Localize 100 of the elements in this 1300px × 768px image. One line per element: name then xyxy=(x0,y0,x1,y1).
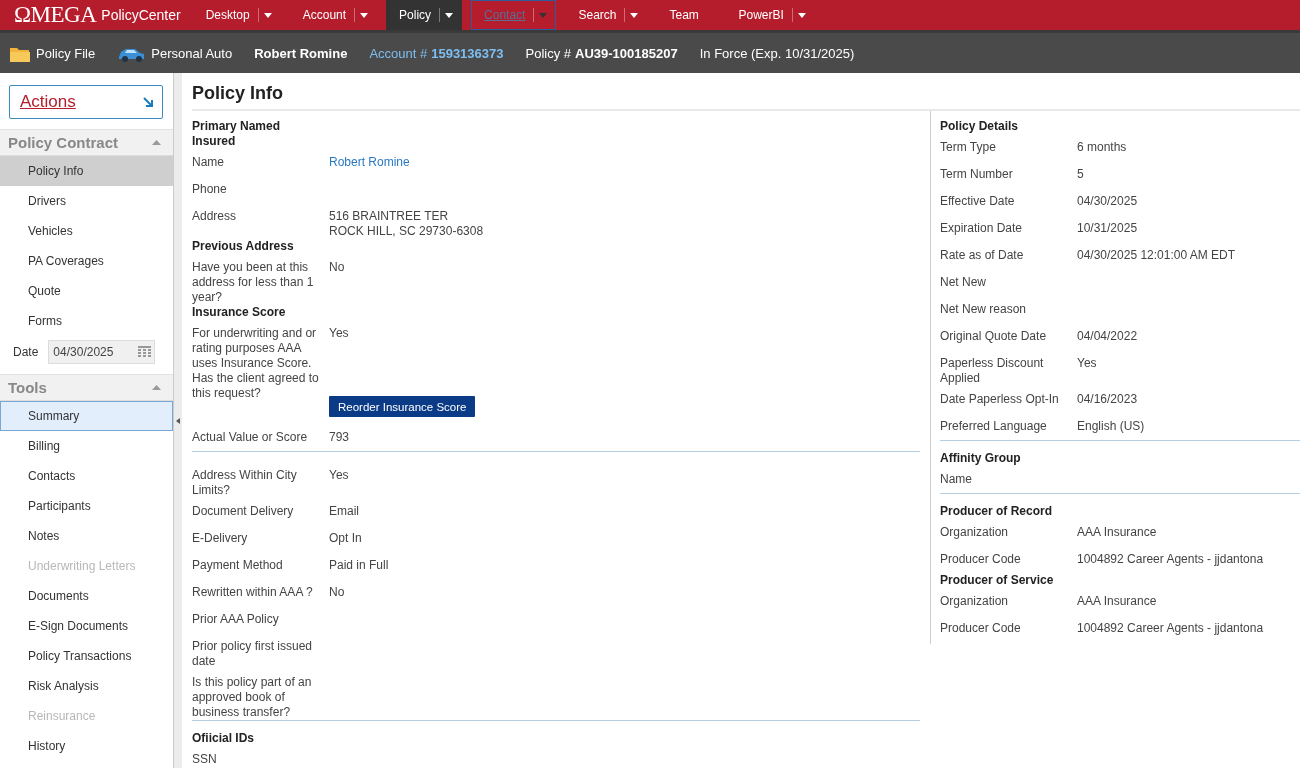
field-label: Net New reason xyxy=(940,302,1028,318)
sidebar-item[interactable]: E-Sign Documents xyxy=(0,611,173,642)
actions-button[interactable]: Actions xyxy=(9,85,163,119)
sidebar-item[interactable]: Notes xyxy=(0,521,173,552)
sidebar-item[interactable]: Billing xyxy=(0,431,173,462)
field-label: Prior policy first issued date xyxy=(192,639,314,669)
field-label: Name xyxy=(192,155,225,171)
account-link[interactable]: Account # 1593136373 xyxy=(369,45,504,61)
field-value: Yes xyxy=(329,326,349,342)
field-value: 516 BRAINTREE TER xyxy=(329,209,450,224)
field-value: English (US) xyxy=(1077,419,1145,435)
section-heading: Producer of Record xyxy=(940,504,1054,519)
field-value: 6 months xyxy=(1077,140,1127,156)
logo: ΩMEGA xyxy=(13,2,98,28)
section-heading: Affinity Group xyxy=(940,451,1022,466)
name-link[interactable]: Robert Romine xyxy=(329,155,410,170)
field-value: Opt In xyxy=(329,531,362,547)
field-value: 10/31/2025 xyxy=(1077,221,1138,237)
field-value: 04/30/2025 12:01:00 AM EDT xyxy=(1077,248,1236,264)
section-heading: Insurance Score xyxy=(192,305,287,320)
arrow-icon xyxy=(142,96,154,108)
sidebar-item[interactable]: Vehicles xyxy=(0,216,173,247)
sidebar-item[interactable]: Contacts xyxy=(0,461,173,492)
field-label: E-Delivery xyxy=(192,531,249,547)
policy-status: In Force (Exp. 10/31/2025) xyxy=(699,45,855,61)
field-label: Rate as of Date xyxy=(940,248,1025,264)
sidebar-item[interactable]: Quote xyxy=(0,276,173,307)
field-label: SSN xyxy=(192,752,218,768)
field-label: Name xyxy=(940,472,973,488)
field-label: Organization xyxy=(940,594,1010,610)
field-label: Preferred Language xyxy=(940,419,1048,435)
sidebar-item[interactable]: Risk Analysis xyxy=(0,671,173,702)
field-label: Term Type xyxy=(940,140,997,156)
field-value: 04/04/2022 xyxy=(1077,329,1138,345)
page-title: Policy Info xyxy=(192,73,1300,111)
sidebar-item[interactable]: Participants xyxy=(0,491,173,522)
field-value: Email xyxy=(329,504,359,520)
date-field[interactable]: 04/30/2025 xyxy=(48,339,156,364)
field-value: 04/30/2025 xyxy=(1077,194,1138,210)
calendar-icon xyxy=(138,345,152,357)
field-label: Producer Code xyxy=(940,552,1022,568)
section-heading: Policy Details xyxy=(940,119,1020,134)
field-label: Have you been at this address for less than 1 year? xyxy=(192,260,315,305)
field-value: 04/16/2023 xyxy=(1077,392,1138,408)
sidebar-item[interactable]: Forms xyxy=(0,306,173,337)
field-label: Expiration Date xyxy=(940,221,1024,237)
field-value: No xyxy=(329,585,345,601)
field-label: Organization xyxy=(940,525,1010,541)
nav-tab[interactable]: Account xyxy=(289,0,378,30)
field-label: Rewritten within AAA ? xyxy=(192,585,314,601)
policy-type-label: Personal Auto xyxy=(151,45,233,61)
reorder-button[interactable]: Reorder Insurance Score xyxy=(329,396,476,417)
field-label: Paperless Discount Applied xyxy=(940,356,1045,386)
nav-tab[interactable]: Policy xyxy=(386,0,463,30)
section-heading: Previous Address xyxy=(192,239,295,254)
sidebar-item[interactable]: Drivers xyxy=(0,186,173,217)
section-heading: Producer of Service xyxy=(940,573,1055,588)
nav-tab[interactable]: Team xyxy=(656,0,717,30)
policy-number: Policy # AU39-100185207 xyxy=(525,45,678,61)
field-label: Document Delivery xyxy=(192,504,295,520)
field-label: Payment Method xyxy=(192,558,284,574)
insured-name: Robert Romine xyxy=(254,45,348,61)
field-value: 1004892 Career Agents - jjdantona xyxy=(1077,552,1264,568)
field-label: Effective Date xyxy=(940,194,1016,210)
field-label: Producer Code xyxy=(940,621,1022,637)
section-heading: Primary Named Insured xyxy=(192,119,282,149)
field-value: Yes xyxy=(329,468,349,484)
field-label: Address Within City Limits? xyxy=(192,468,298,498)
field-label: For underwriting and or rating purposes AAA uses Insurance Score. Has the client agreed to this request? xyxy=(192,326,320,401)
sidebar-item[interactable]: Policy Transactions xyxy=(0,641,173,672)
product-name: PolicyCenter xyxy=(101,7,181,23)
sidebar-item[interactable]: Policy Info xyxy=(0,156,173,187)
field-label: Phone xyxy=(192,182,228,198)
field-label: Prior AAA Policy xyxy=(192,612,280,628)
nav-tab[interactable]: Desktop xyxy=(192,0,281,30)
sidebar-item[interactable]: Summary xyxy=(0,401,173,432)
field-value: Yes xyxy=(1077,356,1097,372)
nav-tab[interactable]: PowerBI xyxy=(725,0,815,30)
field-label: Is this policy part of an approved book of business transfer? xyxy=(192,675,313,720)
field-value: No xyxy=(329,260,345,276)
field-label: Actual Value or Score xyxy=(192,430,309,446)
sidebar-item[interactable]: History xyxy=(0,731,173,762)
field-value: ROCK HILL, SC 29730-6308 xyxy=(329,224,484,239)
field-label: Term Number xyxy=(940,167,1014,183)
field-label: Net New xyxy=(940,275,987,291)
field-value: Paid in Full xyxy=(329,558,389,574)
sidebar-item[interactable]: PA Coverages xyxy=(0,246,173,277)
field-value: 5 xyxy=(1077,167,1084,183)
field-value: 1004892 Career Agents - jjdantona xyxy=(1077,621,1264,637)
field-value: 793 xyxy=(329,430,350,446)
policy-file-link[interactable]: Policy File xyxy=(36,45,96,61)
field-label: Date xyxy=(13,344,39,359)
section-heading: Ofiicial IDs xyxy=(192,731,256,746)
collapse-arrow-icon xyxy=(176,417,180,424)
field-value: AAA Insurance xyxy=(1077,525,1157,541)
field-label: Address xyxy=(192,209,238,225)
sidebar-item[interactable]: Documents xyxy=(0,581,173,612)
field-label: Date Paperless Opt-In xyxy=(940,392,1060,408)
field-label: Original Quote Date xyxy=(940,329,1048,345)
nav-tab[interactable]: Search xyxy=(565,0,648,30)
